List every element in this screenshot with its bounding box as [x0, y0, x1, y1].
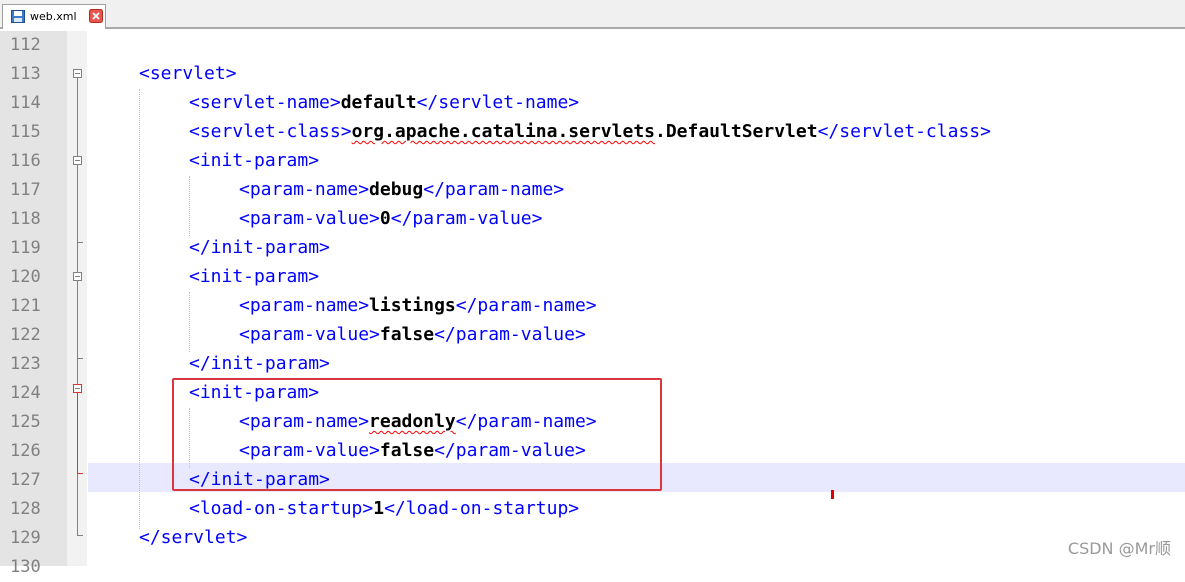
line-number: 112: [10, 35, 41, 55]
xml-tag: </param-value>: [390, 208, 543, 229]
code-line[interactable]: 118 <param-value>0</param-value>: [0, 205, 1185, 234]
code-line[interactable]: 122 <param-value>false</param-value>: [0, 321, 1185, 350]
xml-tag: <servlet>: [139, 63, 237, 84]
line-number: 129: [10, 528, 41, 548]
line-number: 130: [10, 557, 41, 577]
xml-value: listings: [369, 295, 456, 316]
xml-value: 1: [373, 498, 385, 519]
code-line[interactable]: 129 </servlet>: [0, 524, 1185, 553]
line-number: 115: [10, 122, 41, 142]
code-line[interactable]: 128 <load-on-startup>1</load-on-startup>: [0, 495, 1185, 524]
line-number: 117: [10, 180, 41, 200]
line-number: 120: [10, 267, 41, 287]
tab-bar: web.xml: [0, 0, 1185, 29]
watermark: CSDN @Mr顺: [1067, 539, 1171, 558]
line-number: 125: [10, 412, 41, 432]
xml-tag: <param-name>: [239, 295, 370, 316]
code-text: <param-name>listings</param-name>: [239, 294, 597, 318]
code-line[interactable]: 130: [0, 553, 1185, 582]
xml-value: debug: [369, 179, 424, 200]
xml-tag: </init-param>: [189, 237, 330, 258]
code-line[interactable]: 112: [0, 31, 1185, 60]
code-line[interactable]: 117 <param-name>debug</param-name>: [0, 176, 1185, 205]
code-line[interactable]: 116 <init-param>: [0, 147, 1185, 176]
code-text: <param-value>0</param-value>: [239, 207, 542, 231]
code-text: </init-param>: [189, 236, 330, 260]
text-caret: [831, 490, 834, 499]
xml-tag: </param-value>: [434, 324, 586, 345]
close-icon[interactable]: [89, 9, 103, 23]
xml-tag: </init-param>: [189, 353, 330, 374]
xml-tag: <param-value>: [239, 208, 380, 229]
xml-value: false: [379, 324, 435, 345]
xml-tag: </load-on-startup>: [384, 498, 580, 519]
xml-tag: </servlet-class>: [817, 121, 991, 142]
tab-label: web.xml: [30, 10, 77, 23]
code-text: </init-param>: [189, 352, 330, 376]
xml-tag: <param-name>: [239, 179, 370, 200]
line-number: 116: [10, 151, 41, 171]
xml-tag: </servlet-name>: [416, 92, 580, 113]
code-text: <servlet>: [139, 62, 237, 86]
code-line[interactable]: 119 </init-param>: [0, 234, 1185, 263]
line-number: 126: [10, 441, 41, 461]
code-text: <init-param>: [189, 265, 319, 289]
xml-tag: </param-name>: [423, 179, 565, 200]
code-text: </servlet>: [139, 526, 247, 550]
xml-tag: <load-on-startup>: [189, 498, 374, 519]
code-line[interactable]: 114 <servlet-name>default</servlet-name>: [0, 89, 1185, 118]
code-line[interactable]: 113 <servlet>: [0, 60, 1185, 89]
code-editor[interactable]: 112 113 <servlet> 114 <servlet-name>default<…: [0, 31, 1185, 577]
code-text: <load-on-startup>1</load-on-startup>: [189, 497, 579, 521]
tab-web-xml[interactable]: web.xml: [2, 4, 106, 29]
xml-tag: <servlet-name>: [189, 92, 341, 113]
xml-value: 0: [379, 208, 391, 229]
xml-tag: <param-value>: [239, 324, 380, 345]
line-number: 123: [10, 354, 41, 374]
xml-value: org.apache.catalina.servlets: [351, 121, 655, 142]
code-text: <param-name>debug</param-name>: [239, 178, 564, 202]
xml-value: .DefaultServlet: [655, 121, 818, 142]
code-text: <param-value>false</param-value>: [239, 323, 586, 347]
code-text: <init-param>: [189, 149, 319, 173]
line-number: 114: [10, 93, 41, 113]
highlight-annotation-box: [172, 378, 662, 491]
line-number: 122: [10, 325, 41, 345]
line-number: 127: [10, 470, 41, 490]
code-line[interactable]: 115 <servlet-class>org.apache.catalina.se…: [0, 118, 1185, 147]
line-number: 113: [10, 64, 41, 84]
save-icon: [11, 10, 25, 23]
xml-tag: </servlet>: [139, 527, 248, 548]
line-number: 124: [10, 383, 41, 403]
xml-value: default: [340, 92, 417, 113]
line-number: 119: [10, 238, 41, 258]
code-line[interactable]: 121 <param-name>listings</param-name>: [0, 292, 1185, 321]
code-text: <servlet-class>org.apache.catalina.servl…: [189, 120, 991, 144]
xml-tag: <servlet-class>: [189, 121, 352, 142]
line-number: 121: [10, 296, 41, 316]
line-number: 118: [10, 209, 41, 229]
xml-tag: <init-param>: [189, 150, 320, 171]
code-line[interactable]: 123 </init-param>: [0, 350, 1185, 379]
xml-tag: </param-name>: [455, 295, 597, 316]
xml-tag: <init-param>: [189, 266, 320, 287]
code-line[interactable]: 120 <init-param>: [0, 263, 1185, 292]
code-text: <servlet-name>default</servlet-name>: [189, 91, 579, 115]
line-number: 128: [10, 499, 41, 519]
